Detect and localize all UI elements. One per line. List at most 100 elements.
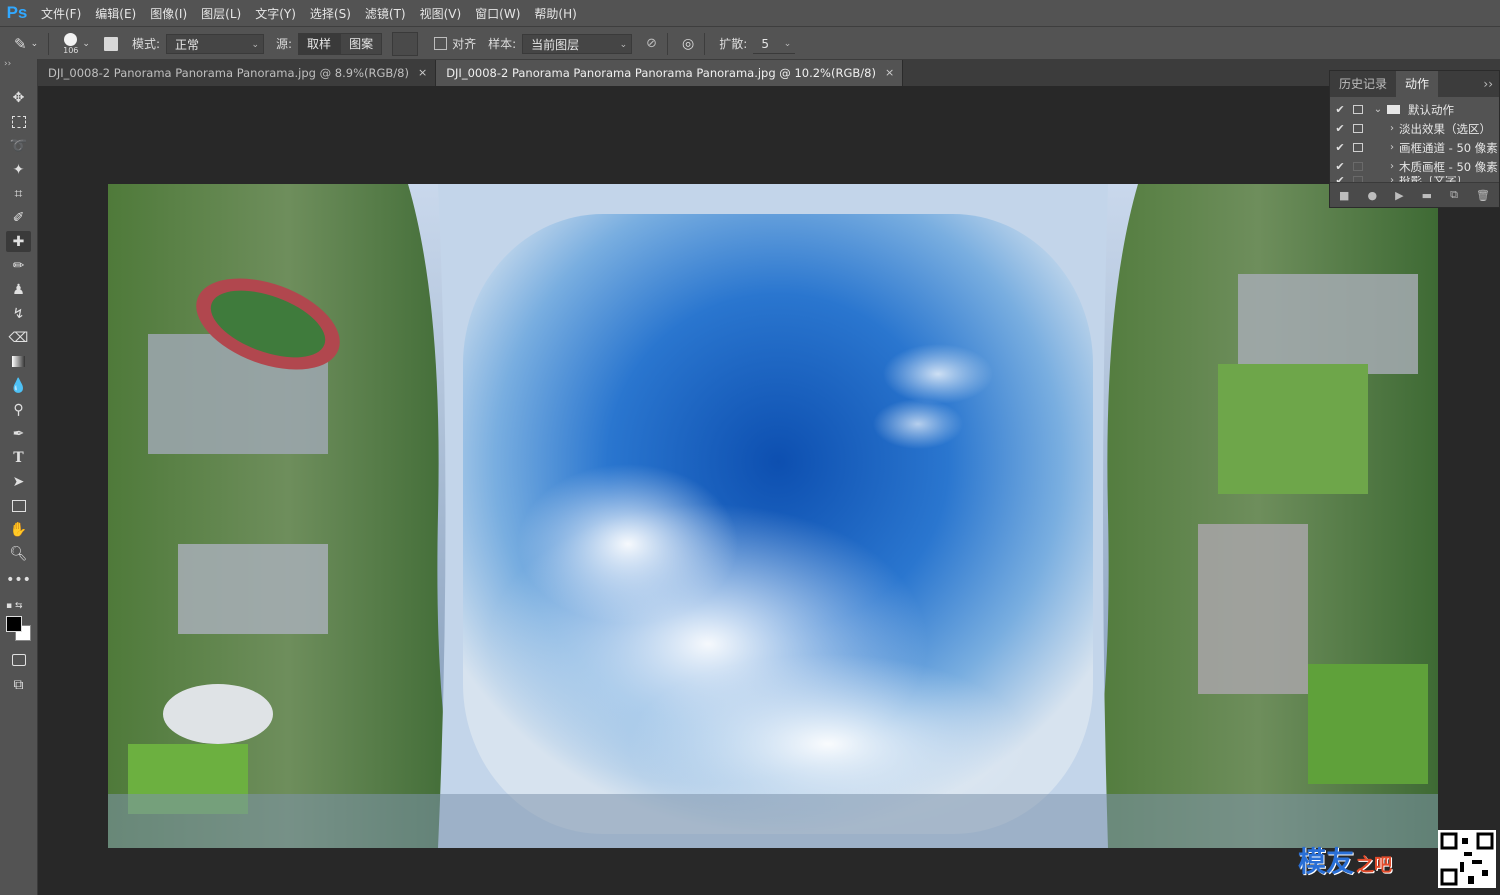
clone-source-panel-button[interactable]: [103, 36, 118, 51]
watermark-subtext: 之吧: [1356, 855, 1393, 876]
swap-colors-icon[interactable]: ▪ ⇆: [6, 595, 31, 616]
aligned-checkbox[interactable]: 对齐: [434, 35, 476, 52]
menu-edit[interactable]: 编辑(E): [88, 5, 143, 22]
check-icon[interactable]: ✔: [1330, 141, 1350, 154]
move-tool-icon[interactable]: ✥: [6, 87, 31, 108]
folder-icon[interactable]: ▬: [1422, 189, 1432, 202]
brush-tip-icon: [64, 32, 78, 46]
dialog-toggle-icon[interactable]: [1353, 162, 1363, 171]
eraser-tool-icon[interactable]: ⌫: [6, 327, 31, 348]
clone-stamp-tool-icon[interactable]: ♟: [6, 279, 31, 300]
source-sample-button[interactable]: 取样: [298, 32, 341, 55]
menu-file[interactable]: 文件(F): [34, 5, 88, 22]
cloud: [873, 399, 963, 449]
menu-view[interactable]: 视图(V): [413, 5, 469, 22]
magic-wand-tool-icon[interactable]: ✦: [6, 159, 31, 180]
actions-panel: 历史记录 动作 ›› ✔ ⌄ 默认动作 ✔ › 淡出效果（选区） ✔ › 画框通…: [1329, 70, 1500, 208]
path-selection-tool-icon[interactable]: ➤: [6, 471, 31, 492]
healing-brush-tool-icon[interactable]: ✚: [6, 231, 31, 252]
left-buildings-2: [178, 544, 328, 634]
history-brush-tool-icon[interactable]: ↯: [6, 303, 31, 324]
brush-picker[interactable]: 106: [63, 32, 79, 55]
chevron-right-icon[interactable]: ›: [1385, 161, 1399, 172]
tab-history[interactable]: 历史记录: [1330, 71, 1396, 97]
source-group: 源: 取样 图案: [276, 32, 383, 55]
ignore-adjustment-icon: ⊘: [646, 36, 658, 51]
new-action-icon[interactable]: ⧉: [1450, 188, 1458, 202]
document-tab-label: DJI_0008-2 Panorama Panorama Panorama Pa…: [446, 66, 876, 80]
menu-window[interactable]: 窗口(W): [468, 5, 527, 22]
hand-tool-icon[interactable]: ✋: [6, 519, 31, 540]
diffusion-select[interactable]: 5 ⌄: [753, 33, 796, 54]
crop-tool-icon[interactable]: ⌗: [6, 183, 31, 204]
check-icon[interactable]: ✔: [1330, 122, 1350, 135]
close-icon[interactable]: ×: [885, 60, 894, 86]
action-row[interactable]: ✔ › 淡出效果（选区）: [1330, 119, 1499, 138]
canvas-area[interactable]: [38, 86, 1500, 895]
ignore-adjustment-layers-button[interactable]: ⊘: [646, 36, 657, 51]
tools-panel: ›› ✥ ➰ ✦ ⌗ ✐ ✚ ✏ ♟ ↯ ⌫ 💧 ⚲ ✒ T ➤ ✋ 🔍︎ ••…: [0, 59, 38, 895]
pressure-size-button[interactable]: ◎: [682, 36, 694, 52]
menu-layer[interactable]: 图层(L): [194, 5, 248, 22]
dialog-toggle-icon[interactable]: [1353, 143, 1363, 152]
menu-filter[interactable]: 滤镜(T): [358, 5, 413, 22]
chevron-right-icon[interactable]: ›: [1385, 142, 1399, 153]
source-pattern-button[interactable]: 图案: [340, 32, 383, 55]
mode-label: 模式:: [131, 37, 160, 51]
tool-preset-picker[interactable]: ✎ ⌄: [14, 35, 38, 53]
eyedropper-tool-icon[interactable]: ✐: [6, 207, 31, 228]
record-icon[interactable]: ●: [1367, 189, 1377, 202]
diffusion-label: 扩散:: [719, 37, 748, 51]
action-label: 画框通道 - 50 像素: [1399, 140, 1498, 155]
action-set-row[interactable]: ✔ ⌄ 默认动作: [1330, 100, 1499, 119]
close-icon[interactable]: ×: [418, 60, 427, 86]
pattern-picker[interactable]: [392, 31, 419, 56]
panel-collapse-icon[interactable]: ››: [1477, 71, 1499, 97]
brush-size-value: 106: [63, 45, 79, 55]
action-row[interactable]: ✔ › 木质画框 - 50 像素: [1330, 157, 1499, 176]
chevron-right-icon[interactable]: ›: [1385, 123, 1399, 134]
quick-mask-icon[interactable]: [6, 649, 31, 670]
screen-mode-icon[interactable]: ⧉: [6, 674, 31, 695]
right-lawn: [1218, 364, 1368, 494]
gradient-tool-icon[interactable]: [6, 351, 31, 372]
dodge-tool-icon[interactable]: ⚲: [6, 399, 31, 420]
action-label: 淡出效果（选区）: [1399, 121, 1491, 136]
dialog-toggle-icon[interactable]: [1353, 105, 1363, 114]
menu-help[interactable]: 帮助(H): [527, 5, 583, 22]
source-label: 源:: [276, 37, 293, 51]
zoom-tool-icon[interactable]: 🔍︎: [6, 543, 31, 564]
play-icon[interactable]: ▶: [1395, 189, 1403, 202]
marquee-tool-icon[interactable]: [6, 111, 31, 132]
more-tools-icon[interactable]: •••: [6, 569, 31, 590]
toolbar-collapse-icon[interactable]: ››: [4, 59, 11, 69]
chevron-down-icon[interactable]: ⌄: [1371, 104, 1385, 115]
mode-select[interactable]: 正常 ⌄: [166, 33, 264, 54]
document-tab-active[interactable]: DJI_0008-2 Panorama Panorama Panorama Pa…: [436, 60, 904, 86]
sample-select[interactable]: 当前图层 ⌄: [522, 33, 633, 54]
action-row[interactable]: ✔ › 画框通道 - 50 像素: [1330, 138, 1499, 157]
separator: [704, 32, 706, 55]
menu-select[interactable]: 选择(S): [303, 5, 358, 22]
foreground-color-swatch[interactable]: [6, 616, 22, 632]
rectangle-tool-icon[interactable]: [6, 495, 31, 516]
watermark-text: 模友: [1298, 845, 1355, 878]
document-tab[interactable]: DJI_0008-2 Panorama Panorama Panorama.jp…: [38, 60, 437, 86]
trash-icon[interactable]: 🗑︎: [1476, 189, 1490, 202]
check-icon[interactable]: ✔: [1330, 160, 1350, 173]
type-tool-icon[interactable]: T: [6, 447, 31, 468]
blur-tool-icon[interactable]: 💧: [6, 375, 31, 396]
lasso-tool-icon[interactable]: ➰: [6, 135, 31, 156]
stop-icon[interactable]: ■: [1339, 189, 1349, 202]
pen-tool-icon[interactable]: ✒: [6, 423, 31, 444]
separator: [48, 32, 50, 55]
chevron-down-icon[interactable]: ⌄: [82, 39, 90, 49]
check-icon[interactable]: ✔: [1330, 103, 1350, 116]
brush-tool-icon[interactable]: ✏: [6, 255, 31, 276]
menu-image[interactable]: 图像(I): [143, 5, 194, 22]
panorama-image[interactable]: [108, 184, 1438, 848]
diffusion-group: 扩散: 5 ⌄: [719, 33, 796, 54]
dialog-toggle-icon[interactable]: [1353, 124, 1363, 133]
tab-actions[interactable]: 动作: [1396, 71, 1439, 97]
menu-type[interactable]: 文字(Y): [248, 5, 303, 22]
